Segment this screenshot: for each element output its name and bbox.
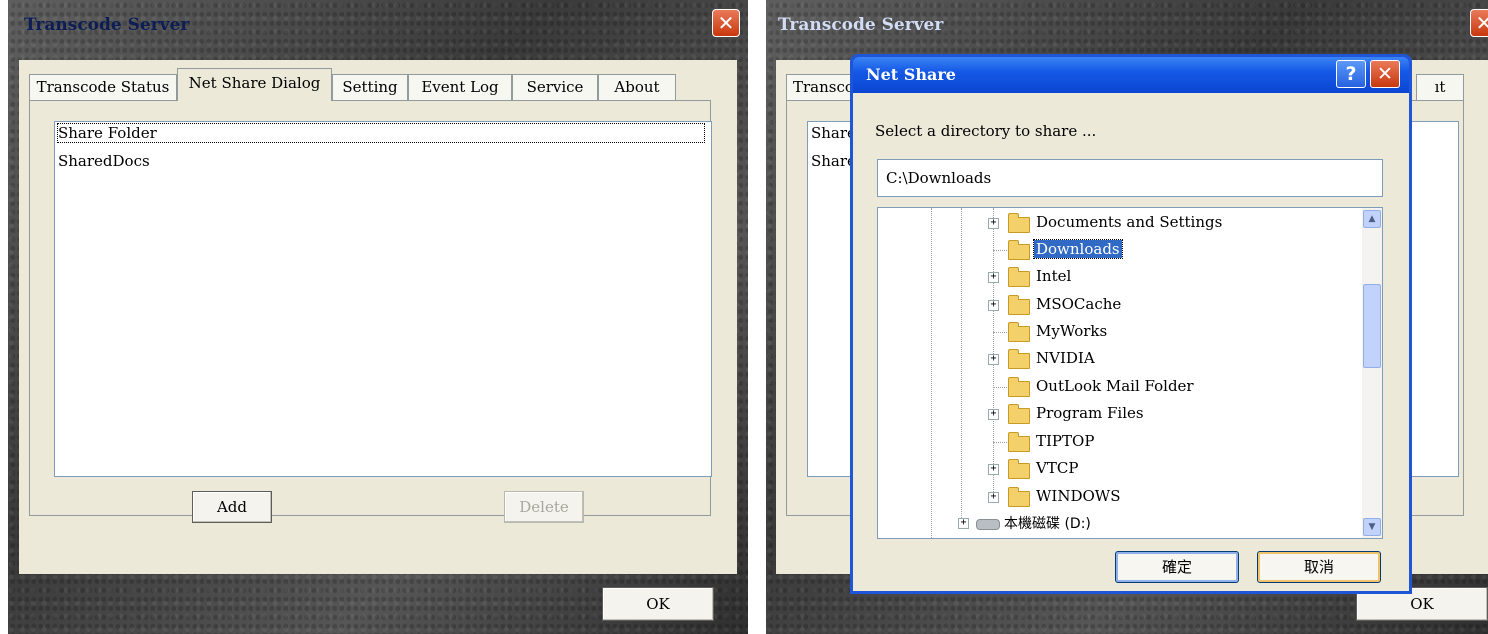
scroll-up-icon[interactable]: ▲: [1363, 210, 1381, 228]
tree-item-label: Downloads: [1033, 239, 1123, 259]
folder-icon: [1008, 487, 1030, 507]
tree-item-outlook-mail-folder[interactable]: OutLook Mail Folder: [988, 374, 1358, 400]
tree-item-nvidia[interactable]: + NVIDIA: [988, 346, 1358, 372]
tab-service[interactable]: Service: [512, 74, 598, 100]
tree-item-label: Intel: [1036, 267, 1072, 285]
folder-icon: [1008, 322, 1030, 342]
delete-button[interactable]: Delete: [504, 491, 584, 523]
window-client-area: Transcode Status Net Share Dialog Settin…: [19, 60, 737, 574]
tree-item-program-files[interactable]: + Program Files: [988, 401, 1358, 427]
window-title: Transcode Server: [24, 15, 190, 35]
add-button[interactable]: Add: [192, 491, 272, 523]
tab-about[interactable]: ıt: [1416, 74, 1464, 100]
close-icon[interactable]: ✕: [1470, 9, 1488, 37]
folder-icon: [1008, 349, 1030, 369]
expand-icon[interactable]: +: [988, 300, 999, 311]
folder-icon: [1008, 213, 1030, 233]
window-title: Transcode Server: [778, 15, 944, 35]
transcode-server-window: Transcode Server ✕ Transcode Status Net …: [8, 0, 748, 634]
net-share-dialog: Net Share ? ✕ Select a directory to shar…: [850, 54, 1412, 594]
directory-tree[interactable]: + Documents and Settings Downloads + Int…: [877, 207, 1383, 539]
tree-item-windows[interactable]: + WINDOWS: [988, 484, 1358, 510]
title-bar: Transcode Server ✕: [766, 0, 1488, 50]
tree-item-myworks[interactable]: MyWorks: [988, 319, 1358, 345]
cancel-button[interactable]: 取消: [1257, 551, 1381, 583]
tab-event-log[interactable]: Event Log: [408, 74, 512, 100]
tree-item-label: Program Files: [1036, 404, 1144, 422]
list-item[interactable]: SharedDocs: [58, 152, 150, 170]
expand-icon[interactable]: +: [958, 518, 969, 529]
expand-icon[interactable]: +: [988, 272, 999, 283]
drive-icon: [976, 519, 1000, 530]
tree-item-drive-d[interactable]: + 本機磁碟 (D:): [958, 510, 1358, 536]
dialog-title: Net Share: [866, 65, 956, 84]
expand-icon[interactable]: +: [988, 218, 999, 229]
tab-net-share-dialog[interactable]: Net Share Dialog: [177, 68, 332, 101]
confirm-button[interactable]: 確定: [1115, 551, 1239, 583]
tree-item-label: OutLook Mail Folder: [1036, 377, 1194, 395]
expand-icon[interactable]: +: [988, 492, 999, 503]
title-bar: Transcode Server ✕: [8, 0, 748, 50]
share-list[interactable]: Share Folder SharedDocs: [54, 121, 712, 477]
tree-item-label: 本機磁碟 (D:): [1004, 516, 1091, 532]
close-icon[interactable]: ✕: [712, 9, 740, 37]
dialog-body: Select a directory to share ... + Docume…: [853, 93, 1409, 591]
ok-button[interactable]: OK: [602, 587, 714, 621]
tree-item-tiptop[interactable]: TIPTOP: [988, 429, 1358, 455]
net-share-panel: Share Folder SharedDocs Add Delete: [29, 100, 712, 523]
path-field[interactable]: [877, 159, 1383, 197]
scroll-thumb[interactable]: [1363, 284, 1381, 368]
folder-icon: [1008, 459, 1030, 479]
tree-scrollbar[interactable]: ▲ ▼: [1362, 208, 1382, 538]
tab-about[interactable]: About: [598, 74, 676, 100]
tree-guide-line: [993, 442, 1007, 443]
list-item[interactable]: Share Folder: [57, 123, 705, 143]
tree-item-documents-and-settings[interactable]: + Documents and Settings: [988, 210, 1358, 236]
tree-item-label: MSOCache: [1036, 295, 1122, 313]
scroll-down-icon[interactable]: ▼: [1363, 518, 1381, 536]
help-icon[interactable]: ?: [1336, 60, 1366, 88]
folder-icon: [1008, 267, 1030, 287]
tree-guide-line: [993, 332, 1007, 333]
folder-icon: [1008, 404, 1030, 424]
tree-guide-line: [993, 250, 1007, 251]
tree-guide-line: [961, 208, 962, 518]
tree-guide-line: [993, 387, 1007, 388]
tree-item-label: Documents and Settings: [1036, 213, 1223, 231]
tree-item-vtcp[interactable]: + VTCP: [988, 456, 1358, 482]
dialog-title-bar: Net Share ? ✕: [853, 57, 1409, 93]
tab-setting[interactable]: Setting: [332, 74, 408, 100]
folder-icon: [1008, 295, 1030, 315]
tree-item-label: MyWorks: [1036, 322, 1108, 340]
tree-item-label: NVIDIA: [1036, 349, 1095, 367]
tree-item-downloads[interactable]: Downloads: [988, 237, 1358, 263]
dialog-prompt: Select a directory to share ...: [875, 122, 1097, 140]
folder-icon: [1008, 240, 1030, 260]
close-icon[interactable]: ✕: [1370, 60, 1400, 88]
tree-item-label: TIPTOP: [1036, 432, 1095, 450]
tree-item-msocache[interactable]: + MSOCache: [988, 292, 1358, 318]
expand-icon[interactable]: +: [988, 464, 999, 475]
tree-item-intel[interactable]: + Intel: [988, 264, 1358, 290]
tree-item-label: WINDOWS: [1036, 487, 1121, 505]
tree-guide-line: [931, 208, 932, 538]
folder-icon: [1008, 432, 1030, 452]
tab-transcode-status[interactable]: Transcode Status: [29, 74, 177, 100]
folder-icon: [1008, 377, 1030, 397]
expand-icon[interactable]: +: [988, 354, 999, 365]
expand-icon[interactable]: +: [988, 409, 999, 420]
tree-item-label: VTCP: [1036, 459, 1079, 477]
